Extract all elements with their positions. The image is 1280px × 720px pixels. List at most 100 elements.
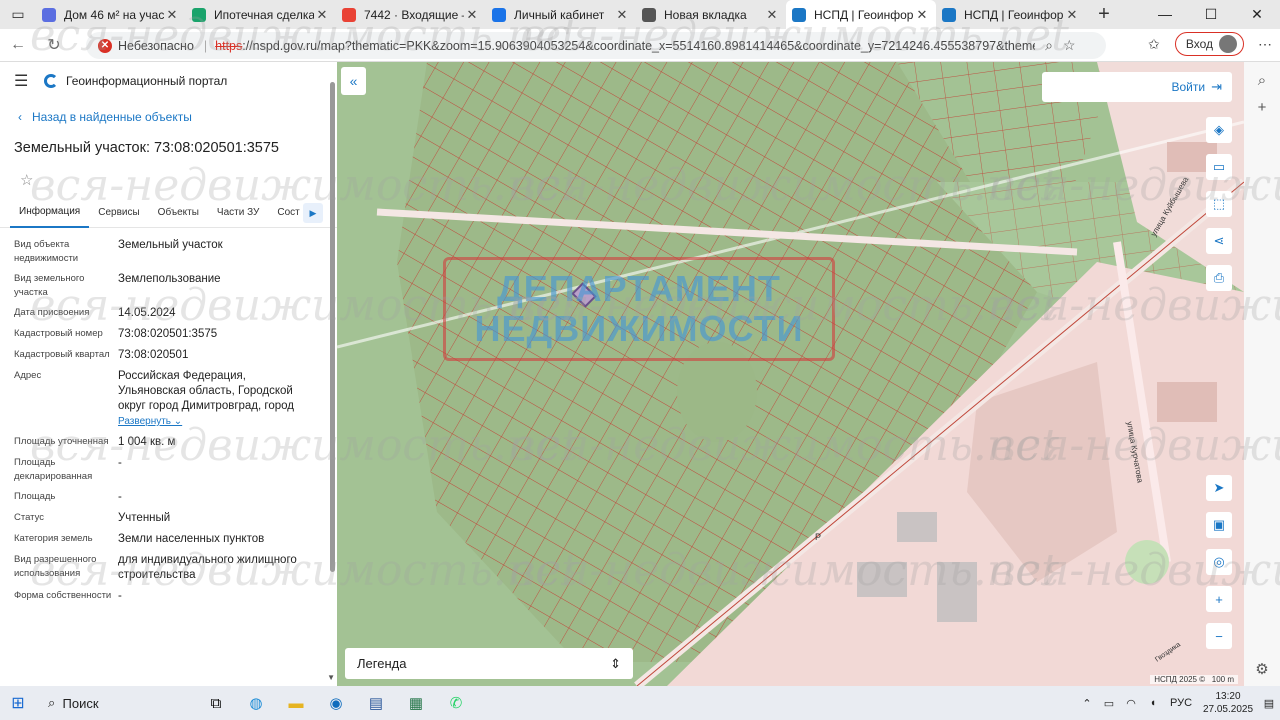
property-value-wrap: - [118, 490, 308, 505]
search-sidebar-icon[interactable]: ⌕ [1244, 72, 1280, 89]
browser-tab-3[interactable]: Личный кабинет ✕ [486, 0, 636, 29]
word-icon[interactable]: ▤ [356, 688, 396, 718]
notifications-icon[interactable]: ▤ [1258, 697, 1280, 710]
close-window-button[interactable]: ✕ [1234, 6, 1280, 23]
browser-tab-6[interactable]: НСПД | Геоинформац✕ [936, 0, 1086, 29]
browser-tab-5[interactable]: НСПД | Геоинформац✕ [786, 0, 936, 29]
panel-tabs: Информация Сервисы Объекты Части ЗУ Сост… [0, 198, 337, 228]
hamburger-menu-icon[interactable]: ☰ [14, 71, 40, 91]
ruler-icon[interactable]: ▭ [1206, 154, 1232, 180]
scroll-down-icon[interactable]: ▼ [327, 673, 335, 682]
maximize-button[interactable]: ☐ [1188, 6, 1234, 23]
browser-tab-1[interactable]: Ипотечная сделка, во✕ [186, 0, 336, 29]
property-value-wrap: 73:08:020501 [118, 348, 308, 363]
map-toolbar-bottom: ➤ ▣ ◎ + − [1206, 475, 1232, 660]
network-icon[interactable]: ▭ [1098, 697, 1120, 710]
tab-parts[interactable]: Части ЗУ [208, 198, 268, 228]
more-menu-icon[interactable]: ⋯ [1250, 36, 1280, 53]
tab-objects[interactable]: Объекты [149, 198, 208, 228]
browser-tab-0[interactable]: Дом 46 м² на участке✕ [36, 0, 186, 29]
tab-close-icon[interactable]: ✕ [464, 7, 480, 23]
property-value: 73:08:020501:3575 [118, 328, 218, 340]
tab-favicon-icon [792, 7, 806, 22]
favorite-star-icon[interactable]: ☆ [0, 162, 337, 198]
whatsapp-icon[interactable]: ✆ [436, 688, 476, 718]
tab-information[interactable]: Информация [10, 198, 90, 228]
property-key: Статус [14, 512, 45, 523]
wifi-icon[interactable]: ◠ [1120, 697, 1142, 710]
select-area-icon[interactable]: ⬚ [1206, 191, 1232, 217]
tab-favicon-icon [342, 7, 356, 22]
property-value-wrap: Землепользование [118, 272, 308, 300]
minimap-icon[interactable]: ▣ [1206, 512, 1232, 538]
property-key: Вид земельного участка [14, 273, 85, 298]
reload-icon[interactable]: ↻ [36, 35, 72, 55]
taskbar-search[interactable]: ⌕ Поиск [36, 686, 196, 720]
url-text[interactable]: https://nspd.gov.ru/map?thematic=PKK&zoo… [215, 39, 1035, 53]
property-value: Землепользование [118, 273, 221, 285]
zoom-out-button[interactable]: − [1206, 623, 1232, 649]
tabs-next-icon[interactable]: ▶ [303, 203, 323, 223]
property-key: Адрес [14, 370, 42, 381]
map-canvas: P улица Куйбышева улица Курчатова Гвозди… [337, 62, 1244, 686]
profile-button[interactable]: Вход [1174, 32, 1244, 56]
tab-favicon-icon [192, 7, 206, 22]
property-value-wrap: Учтенный [118, 511, 308, 526]
share-icon[interactable]: ⋖ [1206, 228, 1232, 254]
volume-icon[interactable]: ◖ [1142, 697, 1164, 709]
property-value: 1 004 кв. м [118, 436, 176, 448]
tab-close-icon[interactable]: ✕ [164, 7, 180, 23]
property-value-wrap: - [118, 456, 308, 484]
tab-actions-icon[interactable]: ▭ [0, 0, 36, 29]
search-location-icon[interactable]: ◎ [1206, 549, 1232, 575]
back-arrow-icon[interactable]: ← [0, 36, 36, 54]
panel-scrollbar[interactable] [330, 82, 335, 572]
address-bar[interactable]: ✕ Небезопасно | https://nspd.gov.ru/map?… [86, 32, 1106, 59]
address-separator: | [203, 38, 208, 53]
edge-browser-icon[interactable]: ◍ [236, 688, 276, 718]
back-to-results-link[interactable]: ‹ Назад в найденные объекты [0, 100, 337, 134]
tab-close-icon[interactable]: ✕ [764, 7, 780, 23]
legend-dropdown[interactable]: Легенда ⇕ [345, 648, 633, 679]
zoom-in-button[interactable]: + [1206, 586, 1232, 612]
profile-label: Вход [1185, 37, 1213, 51]
chevron-left-icon: ‹ [18, 110, 22, 124]
settings-gear-icon[interactable]: ⚙ [1244, 660, 1280, 678]
minimize-button[interactable]: — [1142, 6, 1188, 23]
map-view[interactable]: P улица Куйбышева улица Курчатова Гвозди… [337, 62, 1244, 686]
insecure-warning-icon[interactable]: ✕ [98, 38, 112, 53]
zoom-icon[interactable]: ⌕ [1045, 37, 1053, 54]
clock[interactable]: 13:20 27.05.2025 [1198, 690, 1258, 716]
browser-tab-bar: ▭ Дом 46 м² на участке✕Ипотечная сделка,… [0, 0, 1280, 29]
print-icon[interactable]: ⎙ [1206, 265, 1232, 291]
expand-label: Развернуть [118, 416, 172, 427]
tab-label: НСПД | Геоинформац [814, 7, 914, 22]
browser-tab-4[interactable]: Новая вкладка ✕ [636, 0, 786, 29]
tab-close-icon[interactable]: ✕ [1064, 7, 1080, 23]
tab-close-icon[interactable]: ✕ [314, 7, 330, 23]
excel-icon[interactable]: ▦ [396, 688, 436, 718]
favorites-icon[interactable]: ✩ [1139, 36, 1169, 53]
tab-close-icon[interactable]: ✕ [914, 7, 930, 23]
property-key: Дата присвоения [14, 307, 90, 318]
new-tab-button[interactable]: + [1086, 3, 1122, 26]
tab-close-icon[interactable]: ✕ [614, 7, 630, 23]
tray-chevron-icon[interactable]: ⌃ [1076, 697, 1098, 710]
add-sidebar-icon[interactable]: + [1244, 99, 1280, 116]
task-view-icon[interactable]: ⧉ [196, 688, 236, 718]
url-rest: ://nspd.gov.ru/map?thematic=PKK&zoom=15.… [242, 38, 1036, 53]
tab-label: НСПД | Геоинформац [964, 7, 1064, 22]
locate-icon[interactable]: ➤ [1206, 475, 1232, 501]
file-explorer-icon[interactable]: ▬ [276, 688, 316, 718]
tab-services[interactable]: Сервисы [89, 198, 148, 228]
windows-start-icon[interactable]: ⊞ [0, 693, 36, 713]
bookmark-star-icon[interactable]: ☆ [1063, 37, 1076, 54]
map-login-button[interactable]: Войти ⇥ [1042, 72, 1232, 102]
language-indicator[interactable]: РУС [1164, 697, 1198, 709]
layers-icon[interactable]: ◈ [1206, 117, 1232, 143]
collapse-panel-button[interactable]: « [341, 67, 366, 95]
outlook-icon[interactable]: ◉ [316, 688, 356, 718]
expand-address-link[interactable]: Развернуть ⌄ [118, 414, 308, 429]
copyright-text: НСПД 2025 © [1154, 675, 1206, 684]
browser-tab-2[interactable]: 7442 · Входящие — Ян✕ [336, 0, 486, 29]
